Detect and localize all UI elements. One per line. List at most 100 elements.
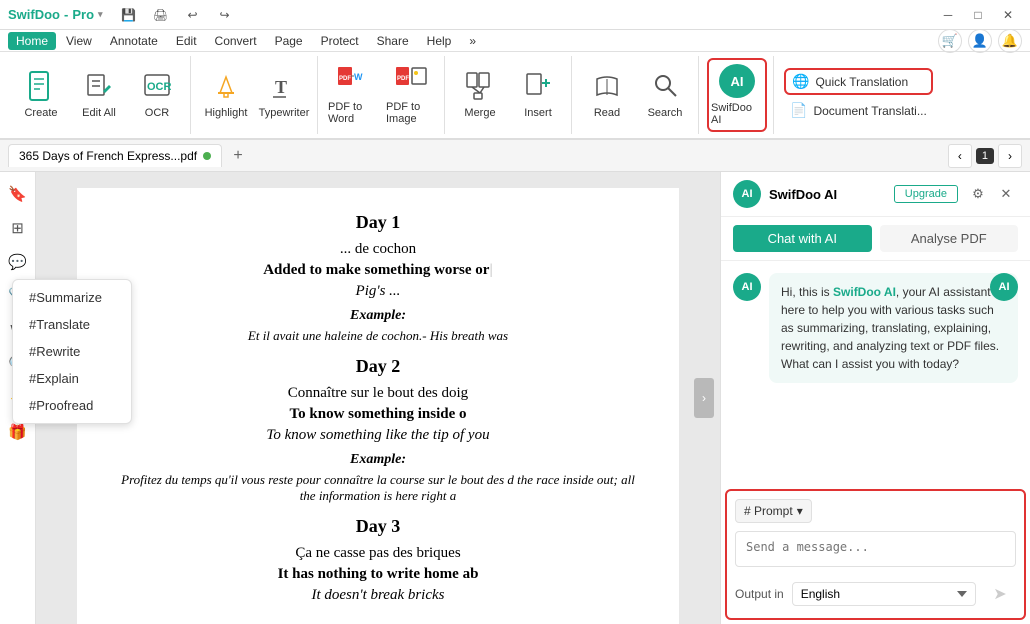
logo-text: SwifDoo [8,7,60,22]
menu-help[interactable]: Help [419,32,460,50]
dropdown-rewrite[interactable]: #Rewrite [13,338,131,365]
dropdown-summarize[interactable]: #Summarize [13,284,131,311]
highlight-button[interactable]: Highlight [199,58,253,132]
pdf-scroll-right-button[interactable]: › [694,378,714,418]
day1-translation2: Pig's ... [117,283,638,300]
tab-analyse-pdf[interactable]: Analyse PDF [880,225,1019,252]
insert-button[interactable]: Insert [511,58,565,132]
typewriter-icon: T [268,71,300,103]
close-button[interactable]: ✕ [994,3,1022,27]
typewriter-button[interactable]: T Typewriter [257,58,311,132]
swifdoo-ai-button[interactable]: AI SwifDoo AI [707,58,767,132]
maximize-button[interactable]: □ [964,3,992,27]
tab-chat-with-ai[interactable]: Chat with AI [733,225,872,252]
ai-chat-area: AI Hi, this is SwifDoo AI, your AI assis… [721,261,1030,485]
menu-view[interactable]: View [58,32,100,50]
menu-page[interactable]: Page [267,32,311,50]
dropdown-arrow[interactable]: ▾ [98,9,103,20]
pdf-to-word-button[interactable]: PDFW PDF to Word [326,58,380,132]
pdf-to-image-icon: PDF [395,65,427,97]
ai-message-input[interactable] [735,531,1016,567]
edit-all-icon [83,71,115,103]
prev-page-button[interactable]: ‹ [948,144,972,168]
user-icon[interactable]: 👤 [968,29,992,53]
ai-tabs: Chat with AI Analyse PDF [721,217,1030,261]
dropdown-translate[interactable]: #Translate [13,311,131,338]
create-button[interactable]: Create [14,58,68,132]
svg-text:OCR: OCR [147,81,171,93]
cart-icon[interactable]: 🛒 [938,29,962,53]
read-button[interactable]: Read [580,58,634,132]
menu-more[interactable]: » [461,32,484,50]
quick-translation-button[interactable]: 🌐 Quick Translation [784,68,933,95]
day1-translation: Added to make something worse or| [117,262,638,279]
ai-input-area: # Prompt ▾ Output in English ➤ [725,489,1026,620]
sidebar-pages-icon[interactable]: ⊞ [4,214,32,242]
page-navigation: ‹ 1 › [948,144,1022,168]
day3-phrase: Ça ne casse pas des briques [117,545,638,562]
ocr-icon: OCR [141,71,173,103]
send-button[interactable]: ➤ [984,578,1016,610]
svg-text:W: W [354,72,363,82]
search-icon [649,71,681,103]
create-icon [25,71,57,103]
prompt-button[interactable]: # Prompt ▾ [735,499,812,523]
day1-example-text: Et il avait une haleine de cochon.- His … [117,328,638,344]
day3-title: Day 3 [117,516,638,537]
settings-icon[interactable]: ⚙ [966,182,990,206]
day2-translation: To know something inside o [117,406,638,423]
print-icon[interactable]: 🖨 [147,3,175,27]
sidebar-comments-icon[interactable]: 💬 [4,248,32,276]
doc-translation-icon: 📄 [790,102,807,119]
search-button[interactable]: Search [638,58,692,132]
ribbon-group-convert: PDFW PDF to Word PDF PDF to Image [320,56,445,134]
ai-prompt-row: # Prompt ▾ [735,499,1016,523]
pdf-page: Day 1 ... de cochon Added to make someth… [77,188,678,624]
day3-translation: It has nothing to write home ab [117,566,638,583]
redo-icon[interactable]: ↪ [211,3,239,27]
tab-bar: 365 Days of French Express...pdf + ‹ 1 › [0,140,1030,172]
undo-icon[interactable]: ↩ [179,3,207,27]
day2-example-label: Example: [117,452,638,468]
menu-edit[interactable]: Edit [168,32,205,50]
close-ai-icon[interactable]: ✕ [994,182,1018,206]
menu-bar: Home View Annotate Edit Convert Page Pro… [0,30,1030,52]
sidebar-bookmark-icon[interactable]: 🔖 [4,180,32,208]
ai-title: SwifDoo AI [769,187,886,202]
menu-home[interactable]: Home [8,32,56,50]
document-tab[interactable]: 365 Days of French Express...pdf [8,144,222,167]
language-select[interactable]: English [792,582,976,606]
edit-all-button[interactable]: Edit All [72,58,126,132]
menu-annotate[interactable]: Annotate [102,32,166,50]
pdf-content-area: ‹ Day 1 ... de cochon Added to make some… [36,172,720,624]
document-translation-button[interactable]: 📄 Document Translati... [784,99,933,122]
ai-icon: AI [719,64,755,98]
menu-protect[interactable]: Protect [313,32,367,50]
highlight-icon [210,71,242,103]
next-page-button[interactable]: › [998,144,1022,168]
menu-convert[interactable]: Convert [207,32,265,50]
dropdown-proofread[interactable]: #Proofread [13,392,131,419]
pdf-to-image-button[interactable]: PDF PDF to Image [384,58,438,132]
add-tab-button[interactable]: + [226,144,250,168]
tab-status-dot [203,152,211,160]
merge-button[interactable]: Merge [453,58,507,132]
minimize-button[interactable]: ─ [934,3,962,27]
day1-example-label: Example: [117,308,638,324]
ai-panel-header: AI SwifDoo AI Upgrade ⚙ ✕ [721,172,1030,217]
svg-text:PDF: PDF [397,76,409,82]
upgrade-button[interactable]: Upgrade [894,185,958,203]
read-icon [591,71,623,103]
merge-icon [464,71,496,103]
save-icon[interactable]: 💾 [115,3,143,27]
app-logo: SwifDoo-Pro ▾ [8,7,103,22]
ai-output-row: Output in English ➤ [735,578,1016,610]
day2-example-text: Profitez du temps qu'il vous reste pour … [117,472,638,504]
bell-icon[interactable]: 🔔 [998,29,1022,53]
pdf-to-word-icon: PDFW [337,65,369,97]
menu-share[interactable]: Share [369,32,417,50]
dropdown-explain[interactable]: #Explain [13,365,131,392]
ocr-button[interactable]: OCR OCR [130,58,184,132]
title-bar: SwifDoo-Pro ▾ 💾 🖨 ↩ ↪ ─ □ ✕ [0,0,1030,30]
tab-title: 365 Days of French Express...pdf [19,149,197,163]
